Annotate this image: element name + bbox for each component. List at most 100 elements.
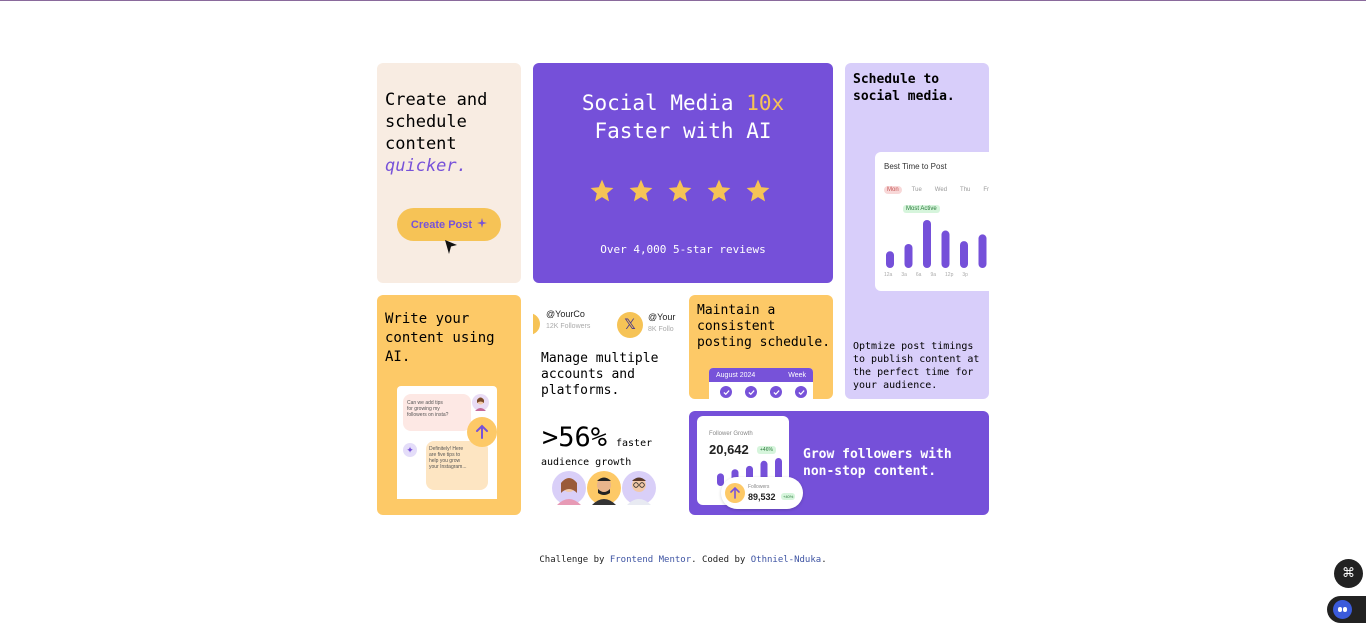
star-icon xyxy=(589,178,615,208)
consistent-title-line: consistent xyxy=(697,319,776,334)
followers-change: +40% xyxy=(781,493,796,500)
activity-bar xyxy=(941,230,950,268)
time-label: 3p xyxy=(962,272,968,278)
activity-bars xyxy=(886,220,987,268)
headline-line: content xyxy=(385,134,457,154)
most-active-badge: Most Active xyxy=(903,205,940,213)
accounts-title-line: platforms. xyxy=(541,383,620,398)
followers-label: Followers xyxy=(748,484,770,490)
avatar-group xyxy=(552,471,656,505)
day-tab[interactable]: Tue xyxy=(909,186,925,194)
calendar-header: August 2024 Week xyxy=(709,368,813,382)
assistant-widget-button[interactable] xyxy=(1327,596,1366,623)
description-line: to publish content at xyxy=(853,354,980,365)
grow-title: Grow followers with non-stop content. xyxy=(803,446,952,480)
star-icon xyxy=(667,178,693,208)
hero-title-highlight: 10x xyxy=(746,91,785,115)
schedule-title: Schedule to social media. xyxy=(853,71,955,105)
follower-growth-change: +46% xyxy=(757,446,776,454)
author-link[interactable]: Othniel-Nduka xyxy=(751,555,821,565)
attribution-footer: Challenge by Frontend Mentor. Coded by O… xyxy=(0,555,1366,565)
account-followers: 12K Followers xyxy=(546,323,591,330)
activity-bar xyxy=(978,234,987,268)
calendar-view-toggle[interactable]: Week xyxy=(788,372,806,379)
card-write: Write your content using AI. Can we add ti… xyxy=(377,295,521,515)
activity-bar xyxy=(960,241,968,268)
time-label: 9a xyxy=(930,272,937,278)
write-title-line: content using xyxy=(385,330,495,346)
grow-title-line: Grow followers with xyxy=(803,447,952,462)
day-tab[interactable]: Wed xyxy=(932,186,950,194)
day-tab[interactable]: Mon xyxy=(884,186,902,194)
check-icon xyxy=(795,386,807,398)
x-logo-icon: 𝕏 xyxy=(617,312,643,338)
frontend-mentor-link[interactable]: Frontend Mentor xyxy=(610,555,691,565)
create-post-button[interactable]: Create Post xyxy=(397,208,501,241)
followers-chip: Followers 89,532 +40% xyxy=(721,477,803,509)
consistent-title-line: posting schedule. xyxy=(697,335,831,350)
user-message-bubble: Can we add tips for growing my followers o… xyxy=(403,394,471,431)
headline-line: schedule xyxy=(385,112,467,132)
calendar-checks xyxy=(709,382,813,398)
consistent-title: Maintain a consistent posting schedule. xyxy=(697,303,830,351)
card-create-content: Create and schedule content quicker. Cre… xyxy=(377,63,521,283)
accounts-title-line: accounts and xyxy=(541,367,635,382)
arrow-up-icon xyxy=(725,483,745,503)
reviews-count: Over 4,000 5-star reviews xyxy=(600,243,766,256)
accounts-title: Manage multiple accounts and platforms. xyxy=(541,351,658,399)
growth-stat: >56% xyxy=(542,422,608,453)
schedule-title-line: social media. xyxy=(853,89,955,104)
headline-accent: quicker. xyxy=(385,156,467,176)
footer-text: Challenge by xyxy=(539,555,610,565)
create-headline: Create and schedule content quicker. xyxy=(385,89,487,177)
command-icon[interactable]: ⌘ xyxy=(1334,559,1363,588)
message-line: your Instagram... xyxy=(429,464,467,470)
card-consistent: Maintain a consistent posting schedule. Au… xyxy=(689,295,833,399)
time-labels: 12a 3a 6a 9a 12p 3p xyxy=(884,272,968,278)
sparkle-icon xyxy=(477,218,488,231)
time-label: 12a xyxy=(884,272,893,278)
ai-sparkle-icon: ✦ xyxy=(403,443,417,457)
star-icon xyxy=(628,178,654,208)
schedule-description: Optmize post timings to publish content a… xyxy=(853,340,979,392)
best-time-panel: Best Time to Post Mon Tue Wed Thu Fri Most A… xyxy=(875,152,989,291)
day-tab[interactable]: Thu xyxy=(957,186,973,194)
activity-bar xyxy=(886,251,894,268)
activity-bar xyxy=(904,244,913,268)
write-title-line: AI. xyxy=(385,349,411,365)
top-border xyxy=(0,0,1366,1)
message-line: followers on insta? xyxy=(407,412,449,418)
account-avatar xyxy=(533,313,540,335)
account-card: @YourCo 12K Followers xyxy=(546,309,590,330)
arrow-up-icon[interactable] xyxy=(467,417,497,447)
hero-title: Social Media 10x Faster with AI xyxy=(533,89,833,145)
cursor-arrow-icon xyxy=(444,239,458,259)
description-line: Optmize post timings xyxy=(853,341,974,352)
follower-growth-label: Follower Growth xyxy=(709,431,753,437)
account-followers: 8K Follo xyxy=(648,326,674,333)
avatar xyxy=(472,394,489,411)
star-icon xyxy=(745,178,771,208)
schedule-title-line: Schedule to xyxy=(853,72,940,87)
follower-growth-value: 20,642 xyxy=(709,442,749,457)
time-label: 3a xyxy=(901,272,907,278)
best-time-title: Best Time to Post xyxy=(884,162,947,171)
calendar-month: August 2024 xyxy=(716,371,756,379)
card-grow: Follower Growth 20,642 +46% Followers 89… xyxy=(689,411,989,515)
footer-text: . xyxy=(821,555,827,565)
ai-reply-bubble: Definitely! Here are five tips to help you… xyxy=(426,441,488,490)
day-tab[interactable]: Fri xyxy=(980,186,989,194)
consistent-title-line: Maintain a xyxy=(697,303,776,318)
headline-line: Create and xyxy=(385,90,488,110)
hero-title-text: Social Media xyxy=(581,91,747,115)
growth-stat-word: faster xyxy=(616,438,653,449)
time-label: 6a xyxy=(915,272,922,278)
star-icon xyxy=(706,178,732,208)
card-accounts: @YourCo 12K Followers 𝕏 @Your 8K Follo M… xyxy=(533,295,677,515)
card-hero: Social Media 10x Faster with AI Over 4,0… xyxy=(533,63,833,283)
check-icon xyxy=(720,386,732,398)
check-icon xyxy=(770,386,782,398)
time-label: 12p xyxy=(945,272,954,278)
check-icon xyxy=(745,386,757,398)
accounts-title-line: Manage multiple xyxy=(541,351,659,366)
